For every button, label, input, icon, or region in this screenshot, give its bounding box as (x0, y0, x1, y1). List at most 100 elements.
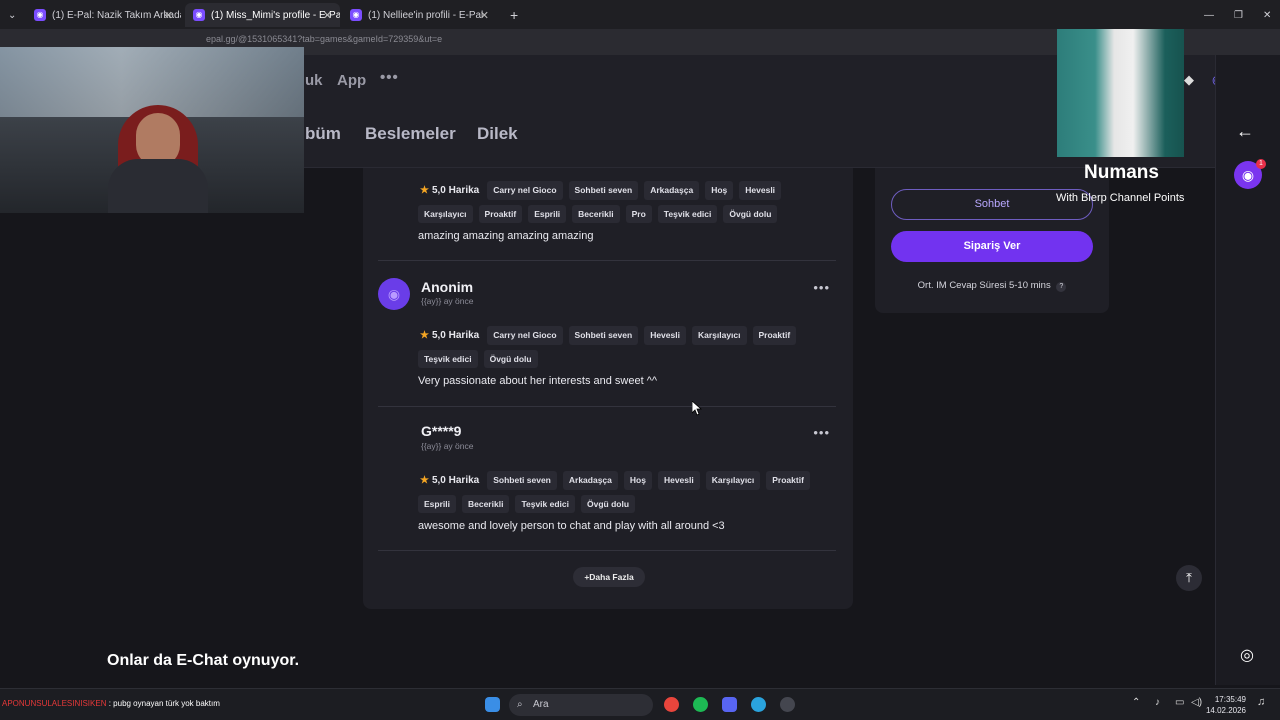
order-button[interactable]: Sipariş Ver (891, 231, 1093, 262)
minimize-icon[interactable]: — (1196, 3, 1214, 27)
tab-epal-home[interactable]: ◉ (1) E-Pal: Nazik Takım Arkadaşla ✕ (26, 3, 181, 27)
tag: Hoş (705, 181, 734, 200)
maximize-icon[interactable]: ❐ (1226, 3, 1244, 27)
notification-bell-icon[interactable]: ♫ (1257, 696, 1265, 708)
browser-tab-bar: ⌄ ◉ (1) E-Pal: Nazik Takım Arkadaşla ✕ ◉… (0, 0, 1280, 29)
discord-taskbar-icon[interactable] (722, 697, 737, 712)
tag: Övgü dolu (483, 350, 538, 368)
tab-title: (1) E-Pal: Nazik Takım Arkadaşla (52, 9, 181, 21)
tab-title: (1) Nelliee'in profili - E-Pal (368, 9, 484, 21)
new-tab-button[interactable]: + (502, 3, 522, 27)
tag: Becerikli (461, 495, 510, 513)
spotify-icon[interactable] (693, 697, 708, 712)
more-nav-icon[interactable]: ••• (380, 69, 399, 86)
back-arrow-icon[interactable]: ← (1236, 121, 1254, 142)
telegram-icon[interactable] (751, 697, 766, 712)
tag: Övgü dolu (581, 495, 636, 513)
tag: Carry nel Gioco (487, 326, 563, 345)
support-icon[interactable]: ◎ (1240, 645, 1254, 665)
reply-time-info: Ort. IM Cevap Süresi 5-10 mins ? (875, 280, 1109, 292)
rating-badge: ★ 5,0 Harika (418, 471, 481, 490)
tray-chevron-icon[interactable]: ⌃ (1132, 697, 1140, 708)
network-icon[interactable]: ▭ (1175, 697, 1184, 708)
tab-list-button[interactable]: ⌄ (0, 3, 22, 27)
rating-badge: ★ 5,0 Harika (418, 326, 481, 345)
tag: Sohbeti seven (487, 471, 557, 490)
ticker-message: : pubg oynayan türk yok baktım (108, 699, 220, 708)
tag: Proaktif (478, 205, 523, 223)
windows-icon[interactable] (485, 697, 500, 712)
microphone-icon[interactable]: ♪ (1155, 697, 1160, 708)
tag: Carry nel Gioco (487, 181, 563, 200)
windows-taskbar: APONUNSULALESINISIKEN : pubg oynayan tür… (0, 688, 1280, 720)
more-options-icon[interactable]: ••• (813, 280, 830, 295)
epal-favicon-icon: ◉ (350, 9, 362, 21)
tab-title: (1) Miss_Mimi's profile - E-Pal (211, 9, 340, 21)
tag: Esprili (418, 495, 456, 513)
nav-item-app[interactable]: App (337, 72, 366, 89)
tag: Karşılayıcı (418, 205, 473, 223)
more-options-icon[interactable]: ••• (813, 425, 830, 440)
tag: Arkadaşça (644, 181, 700, 200)
rating-value: 5,0 Harika (431, 330, 480, 341)
help-icon[interactable]: ? (1056, 282, 1067, 292)
close-tab-icon[interactable]: ✕ (164, 9, 173, 22)
tag: Sohbeti seven (568, 181, 639, 200)
reviewer-name: G****9 (421, 423, 462, 439)
star-icon: ★ (420, 330, 429, 341)
stream-caption: Onlar da E-Chat oynuyor. (107, 652, 300, 669)
obs-icon[interactable] (780, 697, 795, 712)
rating-value: 5,0 Harika (431, 475, 480, 486)
reviewer-name: Anonim (421, 279, 474, 295)
tag: Hoş (623, 471, 652, 490)
review-item: ◉ Anonim {{ay}} ay önce ••• ★ 5,0 Harika … (378, 262, 836, 407)
review-tags: ★ 5,0 Harika Sohbeti seven Arkadaşça Hoş … (418, 471, 838, 513)
close-tab-icon[interactable]: ✕ (323, 9, 332, 22)
nav-item-wish[interactable]: Dilek (477, 124, 518, 144)
tab-miss-mimi[interactable]: ◉ (1) Miss_Mimi's profile - E-Pal ✕ (185, 3, 340, 27)
discord-icon[interactable]: ◆ (1184, 72, 1194, 88)
epal-favicon-icon: ◉ (193, 9, 205, 21)
review-text: awesome and lovely person to chat and pl… (418, 520, 725, 532)
volume-icon[interactable]: ◁) (1191, 697, 1202, 708)
rating-value: 5,0 Harika (431, 185, 480, 196)
nav-item-album[interactable]: büm (305, 124, 341, 144)
review-item: ★ 5,0 Harika Carry nel Gioco Sohbeti seve… (378, 168, 836, 261)
review-tags: ★ 5,0 Harika Carry nel Gioco Sohbeti seve… (418, 181, 838, 223)
load-more-button[interactable]: +Daha Fazla (573, 567, 645, 587)
tag: Karşılayıcı (705, 471, 761, 490)
taskbar-clock[interactable]: 17:35:49 14.02.2026 (1206, 694, 1246, 716)
taskbar-search[interactable]: ⌕ Ara (509, 694, 653, 716)
nav-item-feeds[interactable]: Beslemeler (365, 124, 456, 144)
tag: Sohbeti seven (568, 326, 639, 345)
tag: Arkadaşça (562, 471, 618, 490)
tab-nelliee[interactable]: ◉ (1) Nelliee'in profili - E-Pal ✕ (342, 3, 497, 27)
tag: Proaktif (766, 471, 810, 490)
star-icon: ★ (420, 185, 429, 196)
ticker-user: APONUNSULALESINISIKEN (2, 699, 107, 708)
nav-item-partial[interactable]: uk (305, 72, 323, 89)
rating-badge: ★ 5,0 Harika (418, 181, 481, 200)
tag: Hevesli (739, 181, 782, 200)
clock-date: 14.02.2026 (1205, 706, 1246, 715)
chrome-icon[interactable] (664, 697, 679, 712)
reviews-panel: ★ 5,0 Harika Carry nel Gioco Sohbeti seve… (363, 168, 853, 609)
tag: Teşvik edici (515, 495, 576, 513)
right-rail: ← ◉ 1 ◎ (1215, 55, 1280, 685)
review-text: Very passionate about her interests and … (418, 375, 658, 387)
search-icon: ⌕ (517, 699, 523, 710)
scroll-top-icon[interactable]: ⤒ (1176, 565, 1202, 591)
blerp-label: With Blerp Channel Points (1056, 192, 1185, 204)
streamer-name: Numans (1084, 162, 1159, 183)
tag: Proaktif (752, 326, 797, 345)
tag: Hevesli (644, 326, 686, 345)
review-tags: ★ 5,0 Harika Carry nel Gioco Sohbeti seve… (418, 326, 838, 368)
clock-time: 17:35:49 (1214, 695, 1246, 704)
review-item: G****9 {{ay}} ay önce ••• ★ 5,0 Harika So… (378, 407, 836, 551)
streamer-body (108, 159, 208, 213)
url-field[interactable]: epal.gg/@1531065341?tab=games&gameId=729… (206, 34, 442, 44)
chat-ticker: APONUNSULALESINISIKEN : pubg oynayan tür… (2, 699, 220, 708)
notification-badge: 1 (1256, 159, 1266, 169)
close-tab-icon[interactable]: ✕ (480, 9, 489, 22)
window-close-icon[interactable]: ✕ (1255, 3, 1273, 27)
